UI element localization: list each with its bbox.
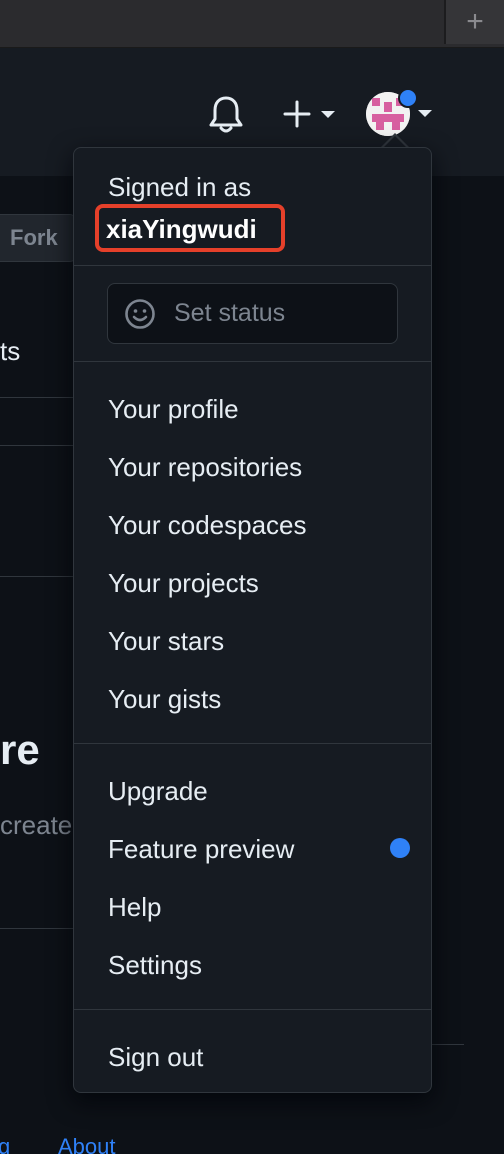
menu-item-your-profile[interactable]: Your profile	[108, 394, 239, 425]
menu-item-feature-preview[interactable]: Feature preview	[108, 834, 294, 865]
feature-preview-indicator-dot	[390, 838, 410, 858]
menu-divider	[74, 743, 431, 744]
signed-in-label: Signed in as	[108, 172, 252, 202]
new-tab-button[interactable]: +	[446, 0, 504, 44]
footer-link-fragment[interactable]: g	[0, 1134, 10, 1154]
menu-item-your-repositories[interactable]: Your repositories	[108, 452, 302, 483]
menu-divider	[74, 1009, 431, 1010]
caret-down-icon	[321, 111, 335, 118]
background-divider	[0, 576, 73, 577]
menu-item-your-stars[interactable]: Your stars	[108, 626, 224, 657]
screen: + Fork ts re create g About Signed in as…	[0, 0, 504, 1154]
smiley-icon	[125, 299, 155, 329]
background-divider	[0, 928, 73, 929]
menu-item-upgrade[interactable]: Upgrade	[108, 776, 208, 807]
plus-icon	[283, 100, 311, 128]
menu-divider	[74, 265, 431, 266]
menu-divider	[74, 361, 431, 362]
menu-item-your-gists[interactable]: Your gists	[108, 684, 221, 715]
browser-tab-strip: +	[0, 0, 504, 48]
user-dropdown-menu: Signed in as xiaYingwudi Set status Your…	[73, 147, 432, 1093]
create-new-dropdown[interactable]	[282, 96, 340, 132]
background-text-fragment: ts	[0, 336, 21, 366]
menu-item-settings[interactable]: Settings	[108, 950, 202, 981]
bell-icon[interactable]	[209, 95, 243, 135]
set-status-button[interactable]: Set status	[107, 283, 398, 344]
footer-link-about[interactable]: About	[58, 1134, 116, 1154]
menu-item-sign-out[interactable]: Sign out	[108, 1042, 203, 1073]
menu-item-your-projects[interactable]: Your projects	[108, 568, 259, 599]
background-divider	[430, 1044, 464, 1045]
menu-item-your-codespaces[interactable]: Your codespaces	[108, 510, 307, 541]
set-status-label: Set status	[174, 299, 286, 327]
background-heading-fragment: re	[0, 726, 40, 773]
background-text-fragment: create	[0, 810, 73, 840]
fork-label: Fork	[10, 225, 58, 250]
menu-item-help[interactable]: Help	[108, 892, 161, 923]
username: xiaYingwudi	[106, 214, 257, 244]
caret-down-icon	[418, 110, 432, 117]
notification-dot	[398, 88, 418, 108]
background-divider	[0, 397, 73, 398]
background-divider	[0, 445, 73, 446]
